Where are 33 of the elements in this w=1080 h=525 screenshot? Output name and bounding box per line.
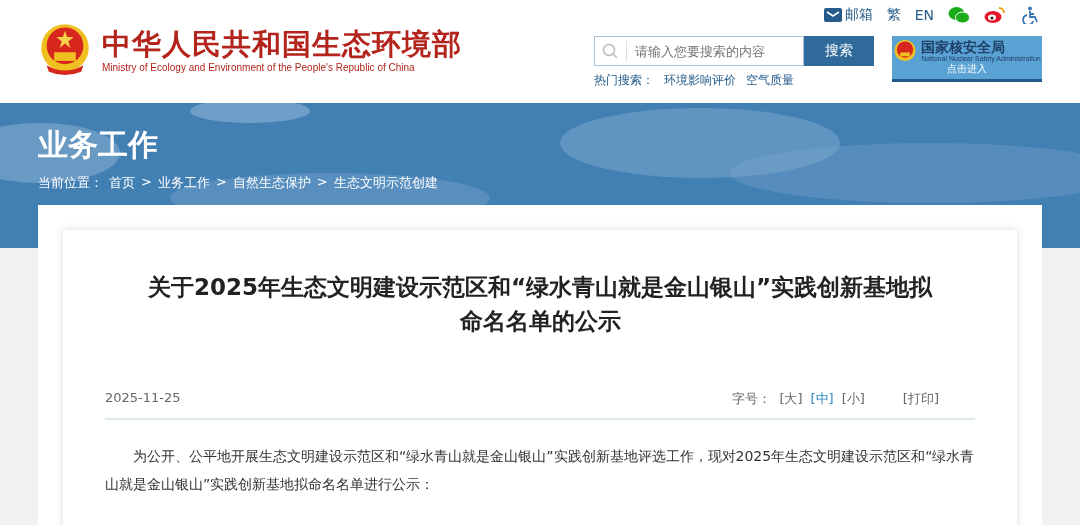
weibo-icon[interactable]: [984, 6, 1006, 24]
font-size-label: 字号：: [732, 390, 772, 408]
language-link[interactable]: 繁: [886, 6, 901, 24]
breadcrumb-separator: >: [141, 174, 152, 191]
breadcrumb-link[interactable]: 生态文明示范创建: [333, 174, 438, 192]
emblem-icon: [38, 21, 92, 77]
breadcrumb-label: 当前位置：: [38, 174, 103, 192]
mail-link[interactable]: 邮箱: [823, 6, 873, 24]
site-subtitle: Ministry of Ecology and Environment of the People's Republic of China: [102, 61, 416, 73]
print-link[interactable]: [打印]: [902, 390, 939, 408]
breadcrumb-link[interactable]: 自然生态保护: [232, 174, 311, 192]
breadcrumb-separator: >: [215, 174, 227, 191]
search-button[interactable]: 搜索: [804, 36, 874, 66]
font-size-option[interactable]: [小]: [841, 390, 865, 408]
envelope-icon: [823, 8, 842, 22]
font-size-option[interactable]: [中]: [810, 390, 834, 408]
breadcrumb-link[interactable]: 业务工作: [157, 174, 210, 192]
breadcrumb-link[interactable]: 首页: [109, 174, 135, 192]
publish-date: 2025-11-25: [105, 390, 181, 407]
emblem-icon: [893, 39, 918, 63]
search-icon: [602, 43, 618, 59]
language-link[interactable]: EN: [914, 7, 934, 23]
hot-search-link[interactable]: 空气质量: [746, 72, 794, 89]
hot-search-link[interactable]: 环境影响评价: [664, 72, 736, 89]
wechat-icon[interactable]: [948, 6, 970, 24]
font-size-option[interactable]: [大]: [779, 390, 803, 408]
section-title: 业务工作: [38, 126, 159, 164]
article-title: 关于2025年生态文明建设示范区和“绿水青山就是金山银山”实践创新基地拟命名名单的公示: [146, 273, 934, 336]
hot-search-label: 热门搜索：: [594, 72, 654, 89]
site-title: 中华人民共和国生态环境部: [102, 25, 462, 62]
search-field[interactable]: 请输入您要搜索的内容: [594, 36, 804, 66]
breadcrumb-separator: >: [316, 174, 328, 191]
article-paragraph: 为公开、公平地开展生态文明建设示范区和“绿水青山就是金山银山”实践创新基地评选工作，现对2025年生态文明建设示范区和“绿水青山就是金山银山”实践创新基地拟命名名单进行公示：: [105, 447, 975, 494]
